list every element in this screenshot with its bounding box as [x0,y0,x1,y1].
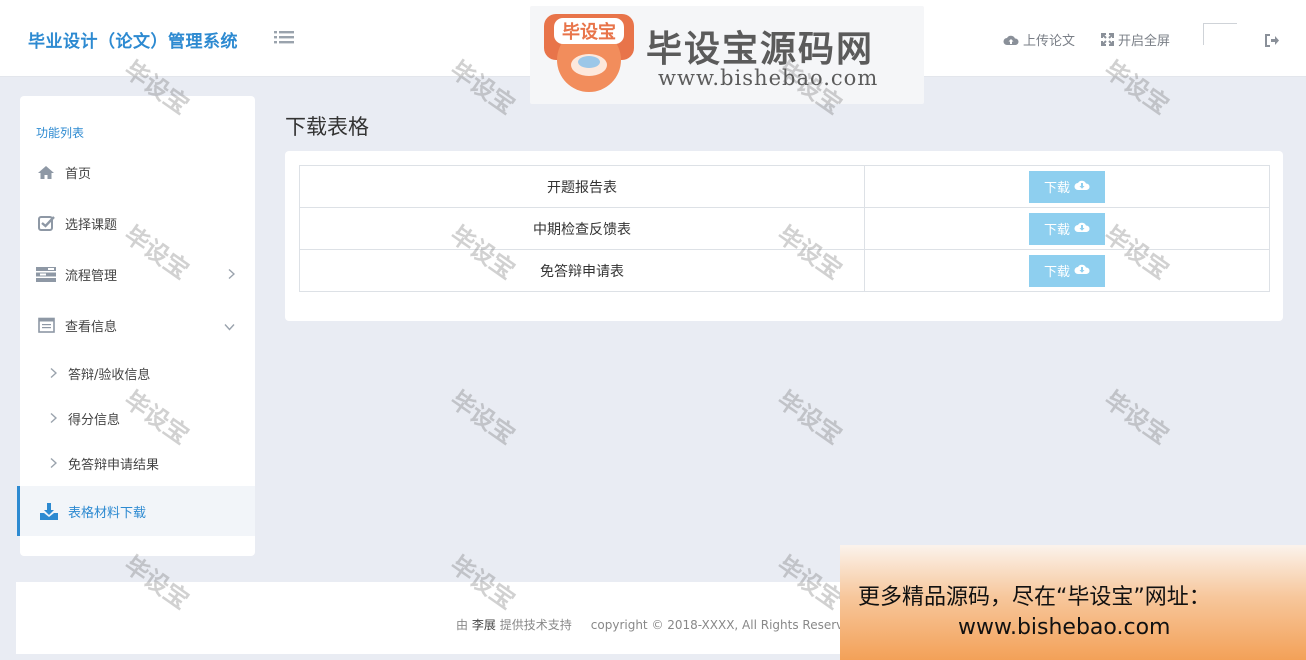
bishebao-logo: 毕设宝 [540,10,638,96]
upload-thesis-label: 上传论文 [1023,34,1076,49]
fullscreen-button[interactable]: 开启全屏 [1101,30,1170,49]
download-icon [39,502,59,520]
sidebar-item-label: 查看信息 [65,319,118,335]
footer-support: 提供技术支持 [499,618,572,632]
calendar-icon [36,316,56,334]
chevron-right-icon [50,409,58,428]
download-button-label: 下载 [1043,180,1070,195]
user-avatar[interactable] [1203,23,1237,45]
action-cell: 下载 [864,165,1270,208]
download-button[interactable]: 下载 [1029,170,1105,203]
promo-line-1: 更多精品源码，尽在“毕设宝”网址： [858,585,1211,610]
sidebar: 功能列表 首页 选择课题 流程管理 查看信息 答辩/验收信息 得分信息 免答辩申… [17,96,255,556]
table-row: 开题报告表 下载 [299,165,1270,208]
cloud-download-icon [1074,263,1090,278]
download-button[interactable]: 下载 [1029,212,1105,245]
sidebar-item-process[interactable]: 流程管理 [20,254,255,294]
sidebar-item-label: 得分信息 [68,412,121,428]
action-cell: 下载 [864,249,1270,292]
sidebar-item-label: 免答辩申请结果 [68,457,160,473]
footer-text: 由 李展 提供技术支持 copyright © 2018-XXXX, All R… [456,616,858,633]
sidebar-item-select-topic[interactable]: 选择课题 [20,203,255,243]
footer-prefix: 由 [456,618,469,632]
watermark-site-name: 毕设宝源码网 [646,29,875,70]
chevron-down-icon [224,316,235,335]
sidebar-caption: 功能列表 [36,126,85,140]
form-name-cell: 开题报告表 [299,165,865,208]
chevron-right-icon [228,265,236,284]
sidebar-item-label: 答辩/验收信息 [68,367,151,383]
table-row: 中期检查反馈表 下载 [299,207,1270,250]
download-button-label: 下载 [1043,222,1070,237]
logo-badge-text: 毕设宝 [562,21,616,43]
cloud-download-icon [1074,221,1090,236]
cloud-download-icon [1074,179,1090,194]
chevron-right-icon [50,364,58,383]
download-panel: 开题报告表 下载 中期检查反馈表 下载 免答辩申请表 下载 [285,151,1283,321]
checkbox-icon [36,214,56,232]
promo-banner: 更多精品源码，尽在“毕设宝”网址： www.bishebao.com [840,545,1306,660]
home-icon [36,163,56,181]
watermark-text: 毕设宝 [772,385,848,450]
sidebar-item-label: 选择课题 [65,217,118,233]
footer-author: 李展 [471,618,496,632]
watermark-banner: 毕设宝 毕设宝源码网 www.bishebao.com [530,6,924,104]
sidebar-item-exemption-result[interactable]: 免答辩申请结果 [20,443,255,483]
menu-toggle-icon[interactable] [274,29,294,47]
sidebar-item-label: 首页 [65,166,92,182]
watermark-url: www.bishebao.com [658,66,879,90]
app-title: 毕业设计（论文）管理系统 [28,32,238,52]
sidebar-item-defense-info[interactable]: 答辩/验收信息 [20,353,255,393]
watermark-text: 毕设宝 [1099,385,1175,450]
page-title: 下载表格 [285,115,369,139]
sidebar-item-view-info[interactable]: 查看信息 [20,305,255,345]
footer-copyright: copyright © 2018-XXXX, All Rights Reserv… [590,618,859,632]
forms-table: 开题报告表 下载 中期检查反馈表 下载 免答辩申请表 下载 [299,165,1270,292]
sidebar-item-score-info[interactable]: 得分信息 [20,398,255,438]
download-button-label: 下载 [1043,264,1070,279]
sidebar-item-label: 流程管理 [65,268,118,284]
tasks-icon [36,265,56,283]
sidebar-item-label: 表格材料下载 [68,505,147,521]
sidebar-item-form-download[interactable]: 表格材料下载 [17,486,255,536]
sidebar-item-home[interactable]: 首页 [20,152,255,192]
action-cell: 下载 [864,207,1270,250]
table-row: 免答辩申请表 下载 [299,249,1270,292]
cloud-upload-icon [1003,34,1019,46]
logout-icon[interactable] [1265,32,1280,51]
chevron-right-icon [50,454,58,473]
promo-line-2: www.bishebao.com [958,615,1171,640]
upload-thesis-button[interactable]: 上传论文 [1003,30,1075,49]
form-name-cell: 免答辩申请表 [299,249,865,292]
watermark-text: 毕设宝 [445,385,521,450]
expand-icon [1101,33,1114,46]
form-name-cell: 中期检查反馈表 [299,207,865,250]
fullscreen-label: 开启全屏 [1118,34,1171,49]
download-button[interactable]: 下载 [1029,254,1105,287]
